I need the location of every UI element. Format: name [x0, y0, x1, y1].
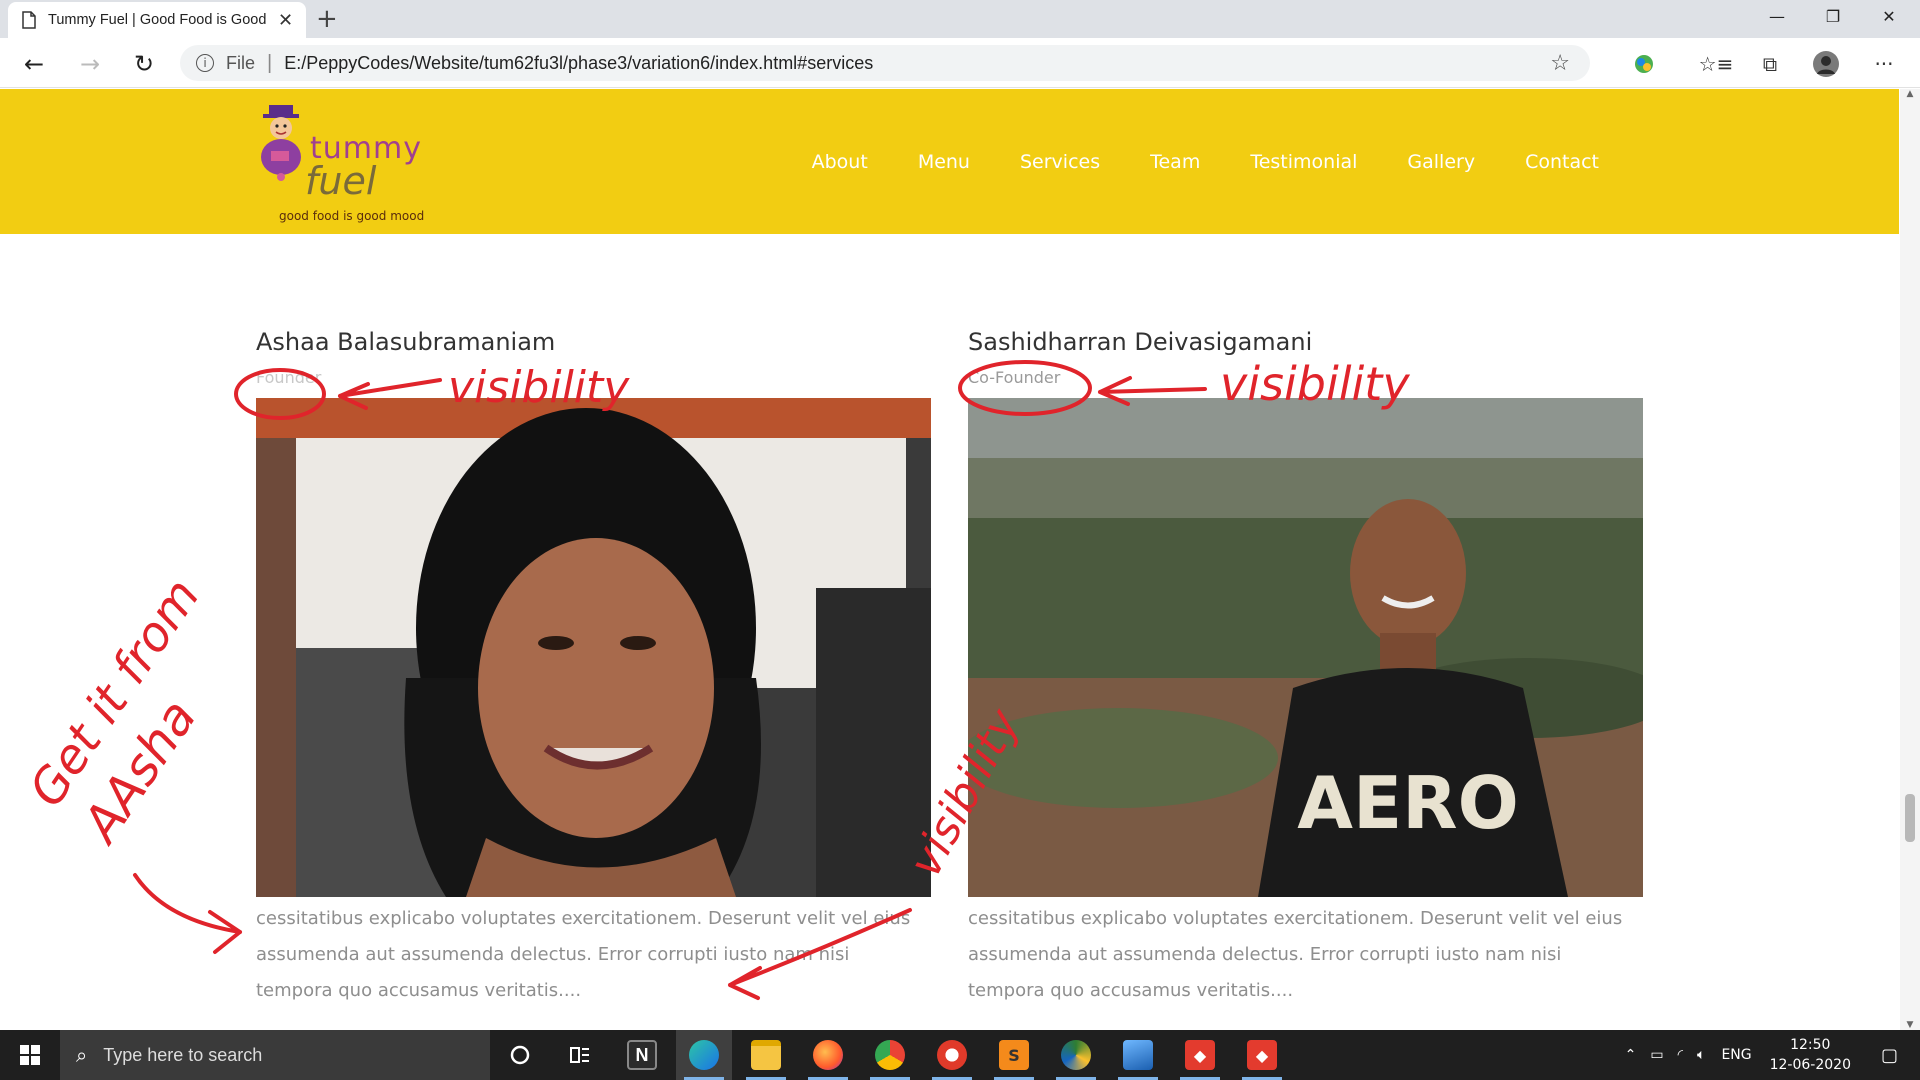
- scrollbar-thumb[interactable]: [1905, 794, 1915, 842]
- member-role: Founder: [256, 368, 322, 387]
- chevron-up-icon[interactable]: ⌃: [1625, 1047, 1637, 1063]
- logo-text-bottom: fuel: [305, 159, 377, 203]
- close-tab-icon[interactable]: ✕: [278, 10, 293, 31]
- start-button[interactable]: [0, 1030, 60, 1080]
- file-explorer-icon[interactable]: [738, 1030, 794, 1080]
- nav-testimonial[interactable]: Testimonial: [1250, 151, 1357, 173]
- team-member-card: Sashidharran Deivasigamani Co-Founder AE…: [968, 328, 1643, 1009]
- back-button[interactable]: ←: [16, 46, 52, 82]
- windows-taskbar: ⌕ Type here to search N S ◆ ◆ ⌃ ▭ ◜ 🔈︎ E…: [0, 1030, 1920, 1080]
- nav-gallery[interactable]: Gallery: [1407, 151, 1475, 173]
- address-scheme-label: File: [226, 52, 256, 73]
- clock-date: 12-06-2020: [1769, 1057, 1851, 1073]
- favorites-list-icon[interactable]: ☆≡: [1699, 48, 1734, 80]
- address-separator: |: [267, 51, 273, 74]
- cortana-button[interactable]: [492, 1030, 548, 1080]
- tab-title: Tummy Fuel | Good Food is Good Mood: [48, 12, 268, 28]
- scroll-down-arrow[interactable]: ▼: [1900, 1020, 1920, 1030]
- url-text[interactable]: E:/PeppyCodes/Website/tum62fu3l/phase3/v…: [284, 53, 873, 74]
- notion-app-icon[interactable]: N: [614, 1030, 670, 1080]
- member-photo: AERO: [968, 398, 1643, 897]
- info-icon[interactable]: i: [196, 54, 214, 72]
- new-tab-button[interactable]: +: [316, 4, 338, 34]
- page-scrollbar[interactable]: ▲ ▼: [1900, 89, 1920, 1030]
- battery-icon[interactable]: ▭: [1650, 1047, 1663, 1063]
- scroll-up-arrow[interactable]: ▲: [1900, 89, 1920, 99]
- close-window-button[interactable]: ✕: [1858, 0, 1920, 32]
- firefox-app-icon[interactable]: [800, 1030, 856, 1080]
- windows-icon: [20, 1045, 40, 1065]
- site-logo[interactable]: tummy fuel good food is good mood: [255, 97, 455, 225]
- browser-tab-strip: Tummy Fuel | Good Food is Good Mood ✕ + …: [0, 0, 1920, 38]
- notifications-icon[interactable]: ▢: [1881, 1045, 1898, 1066]
- nav-menu[interactable]: Menu: [918, 151, 970, 173]
- chrome-app-icon[interactable]: [862, 1030, 918, 1080]
- site-header: tummy fuel good food is good mood About …: [0, 89, 1899, 234]
- logo-tagline: good food is good mood: [279, 209, 425, 223]
- member-name: Ashaa Balasubramaniam: [256, 328, 556, 356]
- search-icon: ⌕: [76, 1043, 88, 1067]
- page-icon: [22, 11, 36, 29]
- mascot-logo-icon: [261, 105, 301, 181]
- volume-icon[interactable]: 🔈︎: [1697, 1047, 1705, 1063]
- clock-time: 12:50: [1790, 1037, 1831, 1053]
- minimize-button[interactable]: —: [1746, 0, 1808, 32]
- app-icon[interactable]: [924, 1030, 980, 1080]
- search-placeholder: Type here to search: [103, 1044, 263, 1065]
- member-description: cessitatibus explicabo voluptates exerci…: [968, 908, 1623, 1001]
- team-member-card: Ashaa Balasubramaniam Founder cessitatib…: [256, 328, 931, 1009]
- member-role: Co-Founder: [968, 368, 1061, 387]
- refresh-button[interactable]: ↻: [126, 46, 162, 82]
- collections-icon[interactable]: ⧉: [1754, 48, 1786, 80]
- page-viewport: tummy fuel good food is good mood About …: [0, 89, 1920, 1030]
- browser-tab[interactable]: Tummy Fuel | Good Food is Good Mood ✕: [8, 2, 306, 38]
- app-icon[interactable]: [1048, 1030, 1104, 1080]
- member-description: cessitatibus explicabo voluptates exerci…: [256, 908, 911, 1001]
- nav-about[interactable]: About: [812, 151, 868, 173]
- anydesk-app-icon[interactable]: ◆: [1172, 1030, 1228, 1080]
- taskbar-search[interactable]: ⌕ Type here to search: [60, 1030, 490, 1080]
- member-name: Sashidharran Deivasigamani: [968, 328, 1313, 356]
- nav-team[interactable]: Team: [1150, 151, 1200, 173]
- member-photo: [256, 398, 931, 897]
- address-bar[interactable]: i File | E:/PeppyCodes/Website/tum62fu3l…: [180, 45, 1590, 81]
- profile-avatar[interactable]: [1810, 48, 1842, 80]
- main-nav: About Menu Services Team Testimonial Gal…: [762, 151, 1599, 173]
- wifi-icon[interactable]: ◜: [1678, 1047, 1683, 1063]
- edge-app-icon[interactable]: [676, 1030, 732, 1080]
- browser-toolbar: ← → ↻ i File | E:/PeppyCodes/Website/tum…: [0, 38, 1920, 88]
- restore-button[interactable]: ❐: [1802, 0, 1864, 32]
- language-indicator[interactable]: ENG: [1721, 1047, 1751, 1063]
- sublime-text-icon[interactable]: S: [986, 1030, 1042, 1080]
- favorite-star-icon[interactable]: ☆: [1550, 51, 1570, 76]
- nav-contact[interactable]: Contact: [1525, 151, 1599, 173]
- clock[interactable]: 12:50 12-06-2020: [1770, 1035, 1851, 1075]
- anydesk-app-icon[interactable]: ◆: [1234, 1030, 1290, 1080]
- system-tray: ⌃ ▭ ◜ 🔈︎ ENG 12:50 12-06-2020 ▢: [1625, 1030, 1920, 1080]
- task-view-button[interactable]: [552, 1030, 608, 1080]
- svg-text:AERO: AERO: [1297, 761, 1519, 845]
- forward-button[interactable]: →: [72, 46, 108, 82]
- more-menu-icon[interactable]: ···: [1868, 48, 1900, 80]
- photos-app-icon[interactable]: [1110, 1030, 1166, 1080]
- nav-services[interactable]: Services: [1020, 151, 1100, 173]
- extension-icon[interactable]: [1628, 48, 1660, 80]
